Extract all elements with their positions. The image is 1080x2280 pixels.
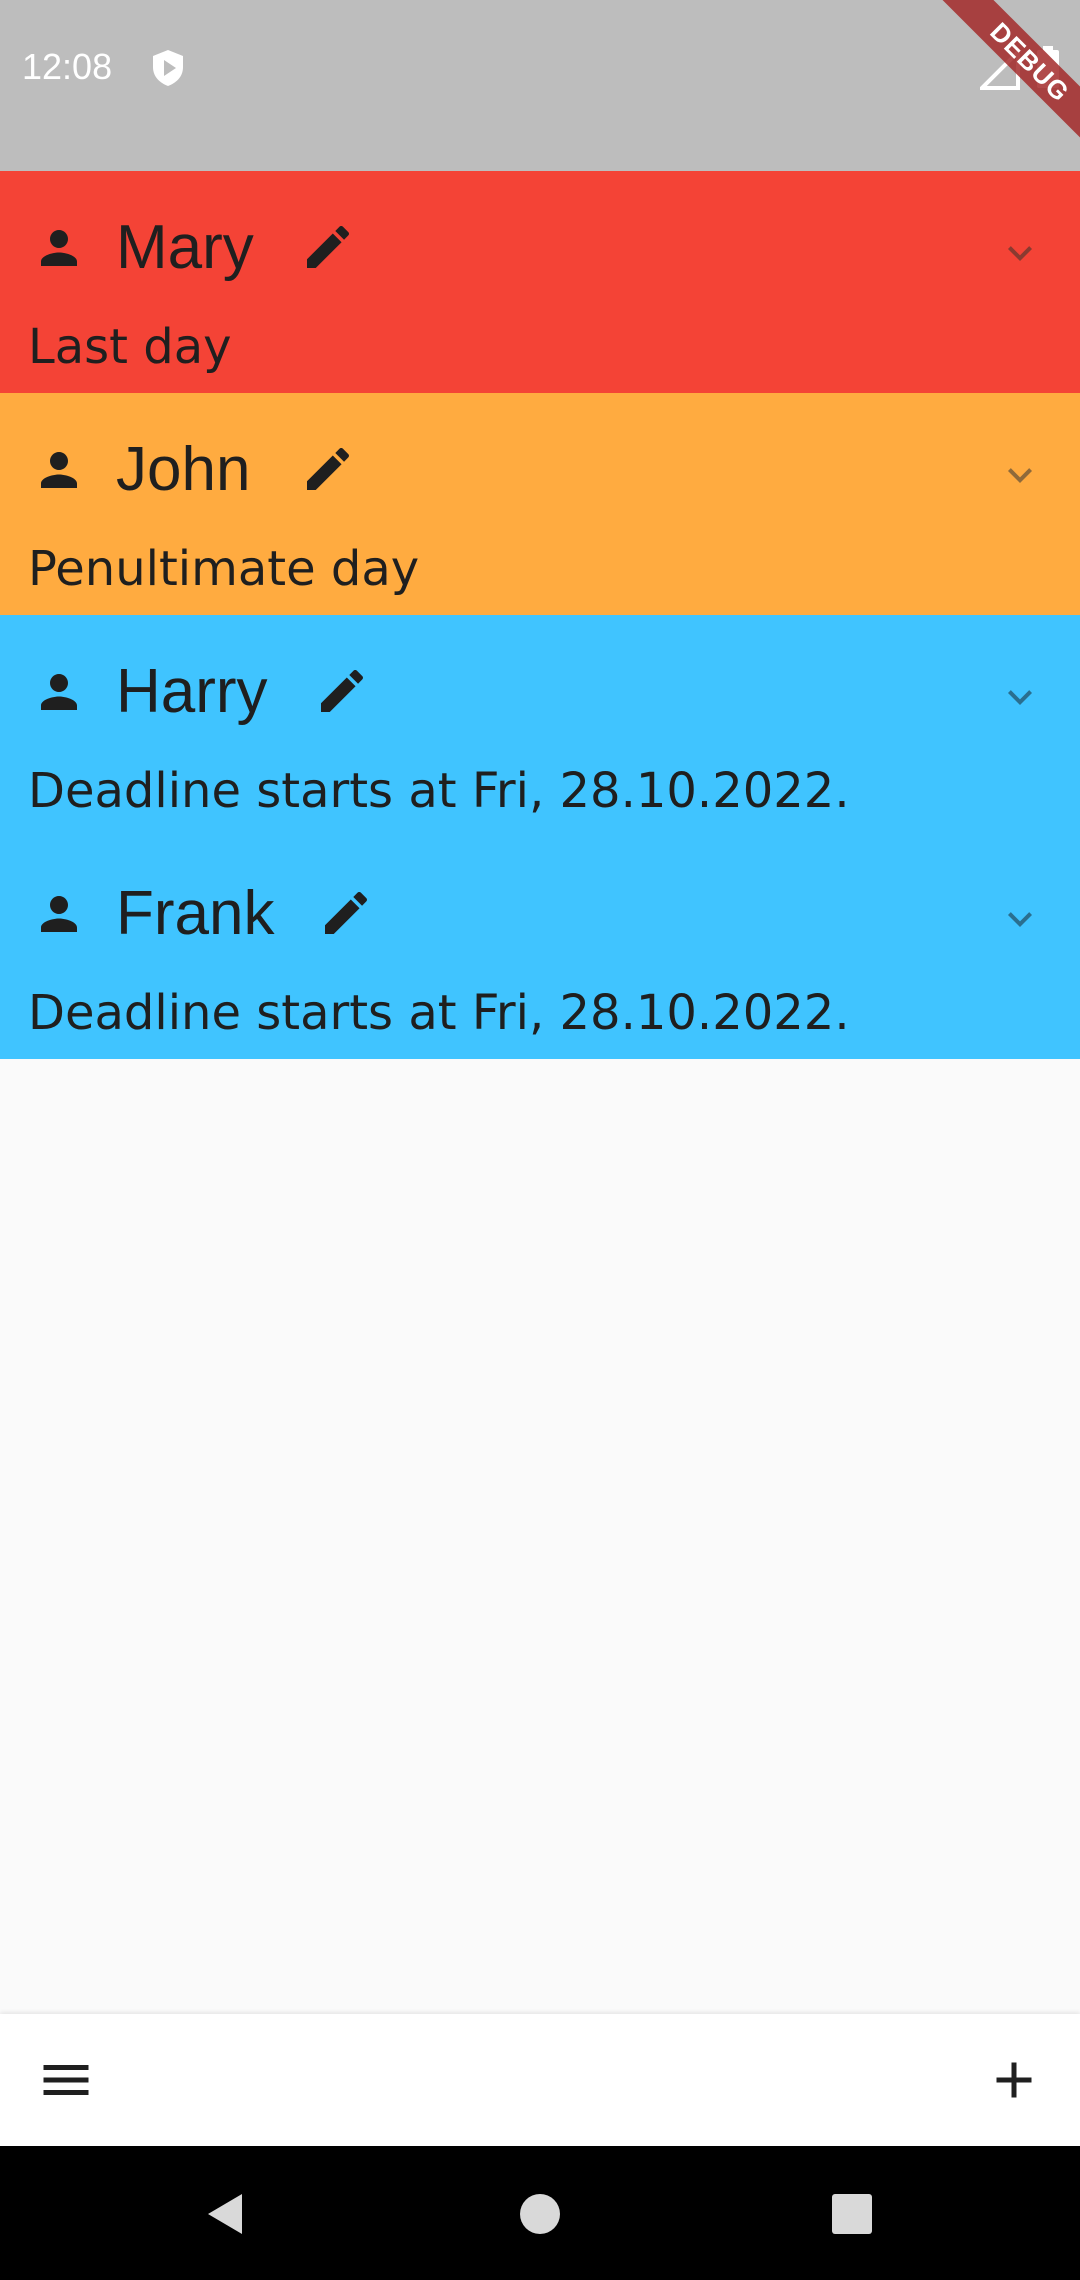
item-name: Harry [116,657,268,726]
recents-icon[interactable] [826,2188,878,2240]
add-icon[interactable] [984,2050,1044,2110]
shield-play-icon [153,50,183,86]
edit-icon[interactable] [300,441,356,497]
bottom-app-bar [0,2014,1080,2146]
system-nav-bar [0,2146,1080,2280]
item-header[interactable]: Mary [0,171,1080,321]
list-item[interactable]: Mary Last day [0,171,1080,393]
chevron-down-icon[interactable] [996,451,1044,499]
person-icon [41,230,77,266]
chevron-down-icon[interactable] [996,673,1044,721]
item-subtitle: Deadline starts at Fri, 28.10.2022. [28,985,850,1041]
item-header[interactable]: Frank [0,837,1080,987]
person-list: Mary Last day John Penultimate day Harry… [0,171,1080,1059]
item-subtitle: Last day [28,319,232,375]
chevron-down-icon[interactable] [996,229,1044,277]
item-subtitle: Deadline starts at Fri, 28.10.2022. [28,763,850,819]
item-header[interactable]: John [0,393,1080,543]
list-item[interactable]: Harry Deadline starts at Fri, 28.10.2022… [0,615,1080,837]
edit-icon[interactable] [300,219,356,275]
item-header[interactable]: Harry [0,615,1080,765]
person-icon [41,674,77,710]
item-name: Mary [116,213,254,282]
status-bar: 12:08 DEBUG [0,0,1080,181]
item-name: Frank [116,879,275,948]
person-icon [41,452,77,488]
list-item[interactable]: Frank Deadline starts at Fri, 28.10.2022… [0,837,1080,1059]
debug-banner: DEBUG [911,0,1080,181]
edit-icon[interactable] [314,663,370,719]
back-icon[interactable] [200,2188,252,2240]
chevron-down-icon[interactable] [996,895,1044,943]
item-name: John [116,435,251,504]
status-time: 12:08 [22,46,113,87]
menu-icon[interactable] [36,2050,96,2110]
person-icon [41,896,77,932]
home-icon[interactable] [514,2188,566,2240]
edit-icon[interactable] [318,885,374,941]
list-item[interactable]: John Penultimate day [0,393,1080,615]
item-subtitle: Penultimate day [28,541,420,597]
